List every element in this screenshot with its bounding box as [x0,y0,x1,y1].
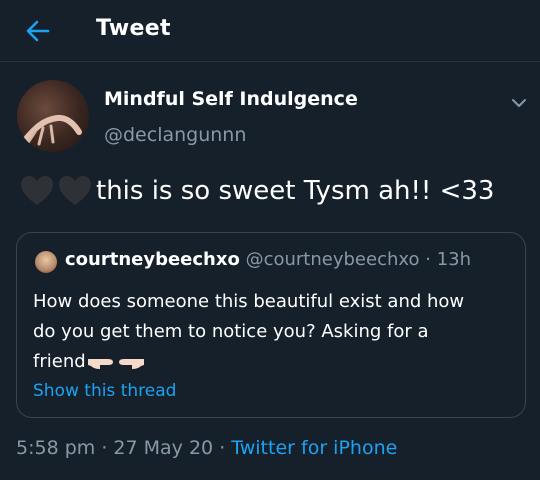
quoted-avatar[interactable] [35,251,57,273]
quoted-text-line: How does someone this beautiful exist an… [33,291,465,312]
black-heart-icon [21,176,53,205]
author-display-name[interactable]: Mindful Self Indulgence [104,88,358,110]
quoted-text-line: friend [33,347,513,377]
quoted-handle[interactable]: @courtneybeechxo [246,249,420,270]
tweet-time: 5:58 pm [16,437,96,459]
pointing-left-icon [118,359,144,369]
separator-dot: · [101,437,108,459]
author-avatar[interactable] [17,80,89,152]
tweet-body: this is so sweet Tysm ah!! <33 [96,176,495,206]
tweet-source-link[interactable]: Twitter for iPhone [231,437,397,459]
tweet-text: this is so sweet Tysm ah!! <33 [18,172,494,210]
tweet-meta: 5:58 pm · 27 May 20 · Twitter for iPhone [16,437,397,459]
black-heart-icon [59,176,91,205]
quoted-text-line: do you get them to notice you? Asking fo… [33,321,429,342]
quoted-time: 13h [436,249,472,270]
quoted-text-line-end: friend [33,351,86,372]
separator-dot: · [219,437,226,459]
quoted-display-name[interactable]: courtneybeechxo [65,249,240,270]
quoted-text: How does someone this beautiful exist an… [33,287,513,377]
quoted-header: courtneybeechxo @courtneybeechxo · 13h [65,249,471,270]
show-thread-link[interactable]: Show this thread [33,381,176,401]
quoted-tweet[interactable]: courtneybeechxo @courtneybeechxo · 13h H… [16,232,526,418]
arrow-left-icon[interactable] [22,15,54,47]
chevron-down-icon[interactable] [508,92,530,114]
top-bar: Tweet [0,0,540,62]
separator-dot: · [425,249,431,270]
tweet-date: 27 May 20 [113,437,214,459]
page-title: Tweet [96,16,171,41]
pointing-right-icon [87,359,113,369]
author-handle[interactable]: @declangunnn [104,124,246,146]
